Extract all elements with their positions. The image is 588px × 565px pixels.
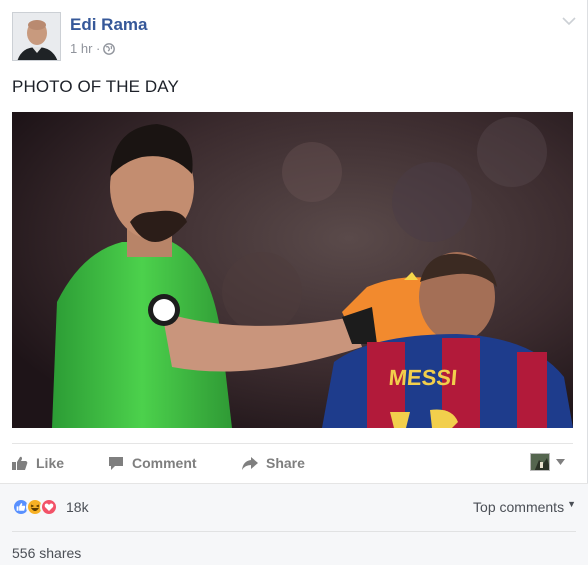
divider <box>12 531 576 532</box>
post-photo[interactable]: MESSI <box>12 112 573 428</box>
comment-filter-label: Top comments <box>473 499 565 515</box>
reactions-footer: 18k Top comments ▼ 556 shares <box>0 483 588 565</box>
share-button[interactable]: Share <box>242 455 305 471</box>
post-actions: Like Comment Share <box>12 443 573 483</box>
post-text: PHOTO OF THE DAY <box>12 77 179 96</box>
jersey-name: MESSI <box>388 365 459 390</box>
love-reaction-icon <box>40 498 58 516</box>
comment-icon <box>109 457 123 470</box>
like-label: Like <box>36 455 65 471</box>
chevron-down-icon[interactable] <box>562 16 576 26</box>
globe-icon <box>103 42 116 55</box>
caret-down-icon <box>556 459 565 465</box>
viewer-avatar <box>530 453 550 471</box>
comment-button[interactable]: Comment <box>108 455 197 471</box>
post-header: Edi Rama 1 hr · <box>12 12 576 62</box>
author-avatar[interactable] <box>12 12 61 61</box>
like-button[interactable]: Like <box>12 455 64 471</box>
share-label: Share <box>266 455 305 471</box>
reaction-count: 18k <box>66 499 89 515</box>
comment-filter-dropdown[interactable]: Top comments ▼ <box>473 499 576 515</box>
shares-count[interactable]: 556 shares <box>12 545 81 561</box>
thumbs-up-icon <box>12 456 28 470</box>
author-name[interactable]: Edi Rama <box>70 15 147 35</box>
reactions-summary[interactable]: 18k <box>12 498 89 516</box>
timestamp[interactable]: 1 hr · <box>70 41 100 56</box>
comment-label: Comment <box>132 455 197 471</box>
post-meta: 1 hr · <box>70 41 116 56</box>
facebook-post: Edi Rama 1 hr · PHOTO OF THE DAY MESSI L… <box>0 0 588 565</box>
share-arrow-icon <box>242 457 258 470</box>
post-as-selector[interactable] <box>530 453 565 471</box>
caret-down-icon: ▼ <box>567 499 576 509</box>
